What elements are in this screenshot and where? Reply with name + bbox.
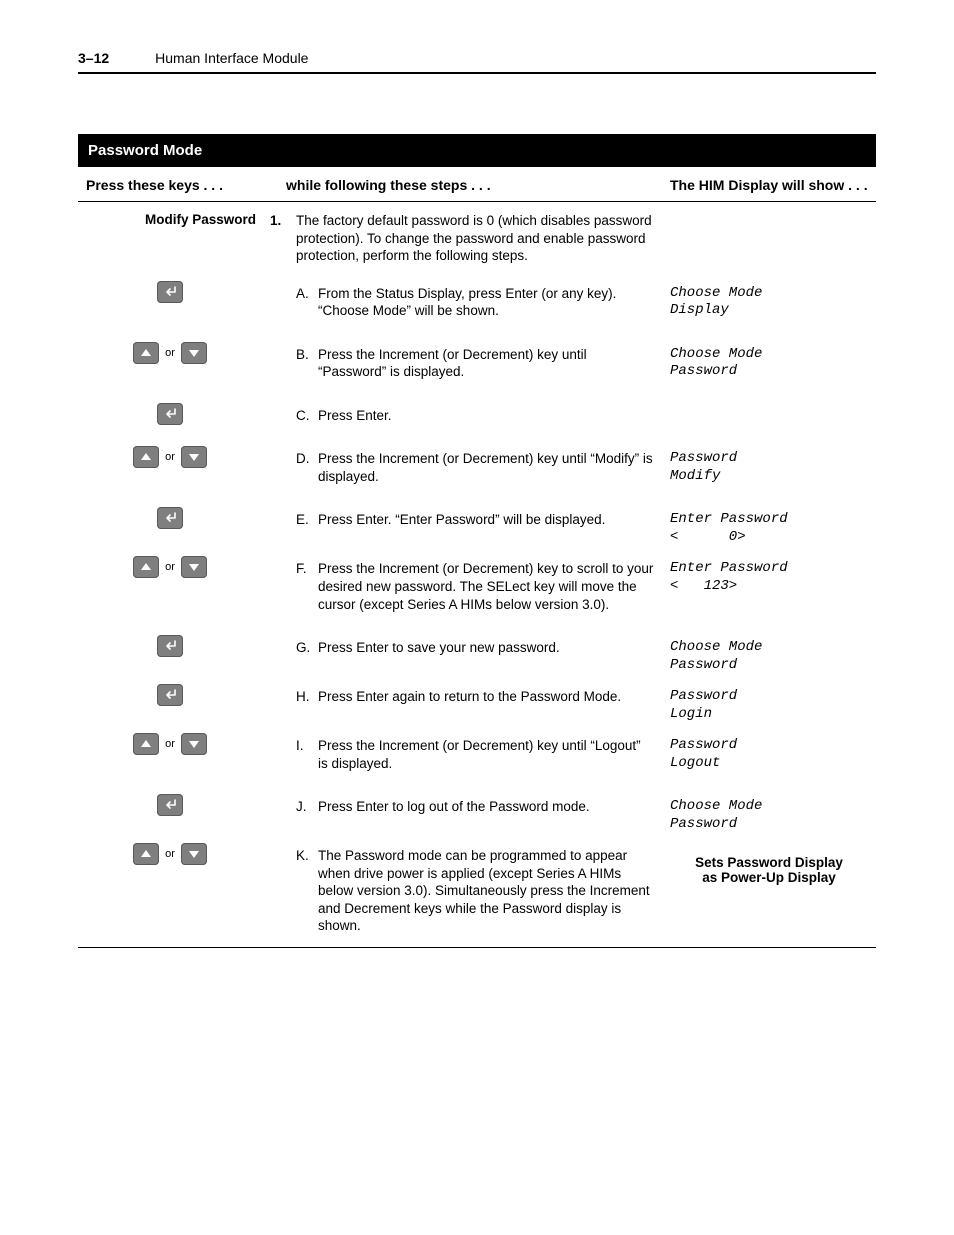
table-row: A.From the Status Display, press Enter (…	[78, 271, 876, 332]
table-row: or K.The Password mode can be programmed …	[78, 833, 876, 947]
item-text: From the Status Display, press Enter (or…	[318, 285, 654, 320]
increment-key-icon	[133, 843, 159, 865]
decrement-key-icon	[181, 733, 207, 755]
table-row: or I.Press the Increment (or Decrement) k…	[78, 723, 876, 784]
table-row: C.Press Enter.	[78, 393, 876, 437]
item-text: Press the Increment (or Decrement) key t…	[318, 560, 654, 613]
list-item: J.Press Enter to log out of the Password…	[270, 784, 654, 828]
item-marker: H.	[270, 688, 318, 706]
him-display-text: Enter Password < 0>	[670, 497, 868, 546]
enter-key-icon	[157, 684, 183, 706]
list-item: K.The Password mode can be programmed to…	[270, 833, 654, 947]
item-marker: C.	[270, 407, 318, 425]
item-marker: B.	[270, 346, 318, 381]
item-text: Press the Increment (or Decrement) key u…	[318, 450, 654, 485]
him-display-text: Password Logout	[670, 723, 868, 772]
chapter-title: Human Interface Module	[155, 50, 308, 66]
item-text: Press the Increment (or Decrement) key u…	[318, 346, 654, 381]
item-marker: I.	[270, 737, 318, 772]
increment-key-icon	[133, 733, 159, 755]
decrement-key-icon	[181, 446, 207, 468]
enter-key-icon	[157, 507, 183, 529]
item-text: Press Enter. “Enter Password” will be di…	[318, 511, 654, 529]
item-marker: 1.	[270, 212, 296, 265]
item-marker: K.	[270, 847, 318, 935]
or-label: or	[165, 451, 175, 463]
col-header-keys: Press these keys . . .	[78, 167, 278, 201]
table-row: J.Press Enter to log out of the Password…	[78, 784, 876, 833]
enter-key-icon	[157, 281, 183, 303]
list-item: E.Press Enter. “Enter Password” will be …	[270, 497, 654, 541]
item-marker: E.	[270, 511, 318, 529]
item-marker: D.	[270, 450, 318, 485]
or-label: or	[165, 738, 175, 750]
list-item: I.Press the Increment (or Decrement) key…	[270, 723, 654, 784]
him-display-note: Sets Password Displayas Power-Up Display	[670, 833, 868, 885]
item-marker: G.	[270, 639, 318, 657]
table-row: or D.Press the Increment (or Decrement) k…	[78, 436, 876, 497]
item-text: Press Enter again to return to the Passw…	[318, 688, 654, 706]
decrement-key-icon	[181, 843, 207, 865]
page-number: 3–12	[78, 50, 109, 66]
item-text: The factory default password is 0 (which…	[296, 212, 654, 265]
or-label: or	[165, 561, 175, 573]
decrement-key-icon	[181, 556, 207, 578]
decrement-key-icon	[181, 342, 207, 364]
item-text: Press the Increment (or Decrement) key u…	[318, 737, 654, 772]
item-text: The Password mode can be programmed to a…	[318, 847, 654, 935]
procedure-title: Modify Password	[78, 202, 262, 227]
list-item: C.Press Enter.	[270, 393, 654, 437]
list-item: H.Press Enter again to return to the Pas…	[270, 674, 654, 718]
list-item: 1.The factory default password is 0 (whi…	[270, 202, 654, 271]
or-label: or	[165, 347, 175, 359]
him-display-text: Enter Password < 123>	[670, 546, 868, 595]
table-row: or B.Press the Increment (or Decrement) k…	[78, 332, 876, 393]
list-item: D.Press the Increment (or Decrement) key…	[270, 436, 654, 497]
him-display-text: Choose Mode Password	[670, 784, 868, 833]
table-row: or F.Press the Increment (or Decrement) k…	[78, 546, 876, 625]
item-marker: A.	[270, 285, 318, 320]
item-marker: F.	[270, 560, 318, 613]
him-display-text: Password Login	[670, 674, 868, 723]
list-item: F.Press the Increment (or Decrement) key…	[270, 546, 654, 625]
col-header-steps: while following these steps . . .	[278, 167, 662, 201]
enter-key-icon	[157, 794, 183, 816]
enter-key-icon	[157, 403, 183, 425]
table-row: H.Press Enter again to return to the Pas…	[78, 674, 876, 723]
item-text: Press Enter to save your new password.	[318, 639, 654, 657]
list-item: G.Press Enter to save your new password.	[270, 625, 654, 669]
enter-key-icon	[157, 635, 183, 657]
list-item: B.Press the Increment (or Decrement) key…	[270, 332, 654, 393]
table-bottom-rule	[78, 947, 876, 948]
col-header-display: The HIM Display will show . . .	[662, 167, 876, 201]
item-text: Press Enter to log out of the Password m…	[318, 798, 654, 816]
or-label: or	[165, 848, 175, 860]
table-row: Modify Password 1.The factory default pas…	[78, 202, 876, 271]
him-display-text: Choose Mode Password	[670, 332, 868, 381]
item-marker: J.	[270, 798, 318, 816]
column-headers: Press these keys . . . while following t…	[78, 167, 876, 202]
running-header: 3–12 Human Interface Module	[78, 50, 876, 66]
item-text: Press Enter.	[318, 407, 654, 425]
header-rule	[78, 72, 876, 74]
increment-key-icon	[133, 342, 159, 364]
section-title-bar: Password Mode	[78, 134, 876, 167]
table-row: G.Press Enter to save your new password.…	[78, 625, 876, 674]
him-display-text: Choose Mode Password	[670, 625, 868, 674]
him-display-text: Password Modify	[670, 436, 868, 485]
increment-key-icon	[133, 556, 159, 578]
table-row: E.Press Enter. “Enter Password” will be …	[78, 497, 876, 546]
list-item: A.From the Status Display, press Enter (…	[270, 271, 654, 332]
increment-key-icon	[133, 446, 159, 468]
him-display-text: Choose Mode Display	[670, 271, 868, 320]
